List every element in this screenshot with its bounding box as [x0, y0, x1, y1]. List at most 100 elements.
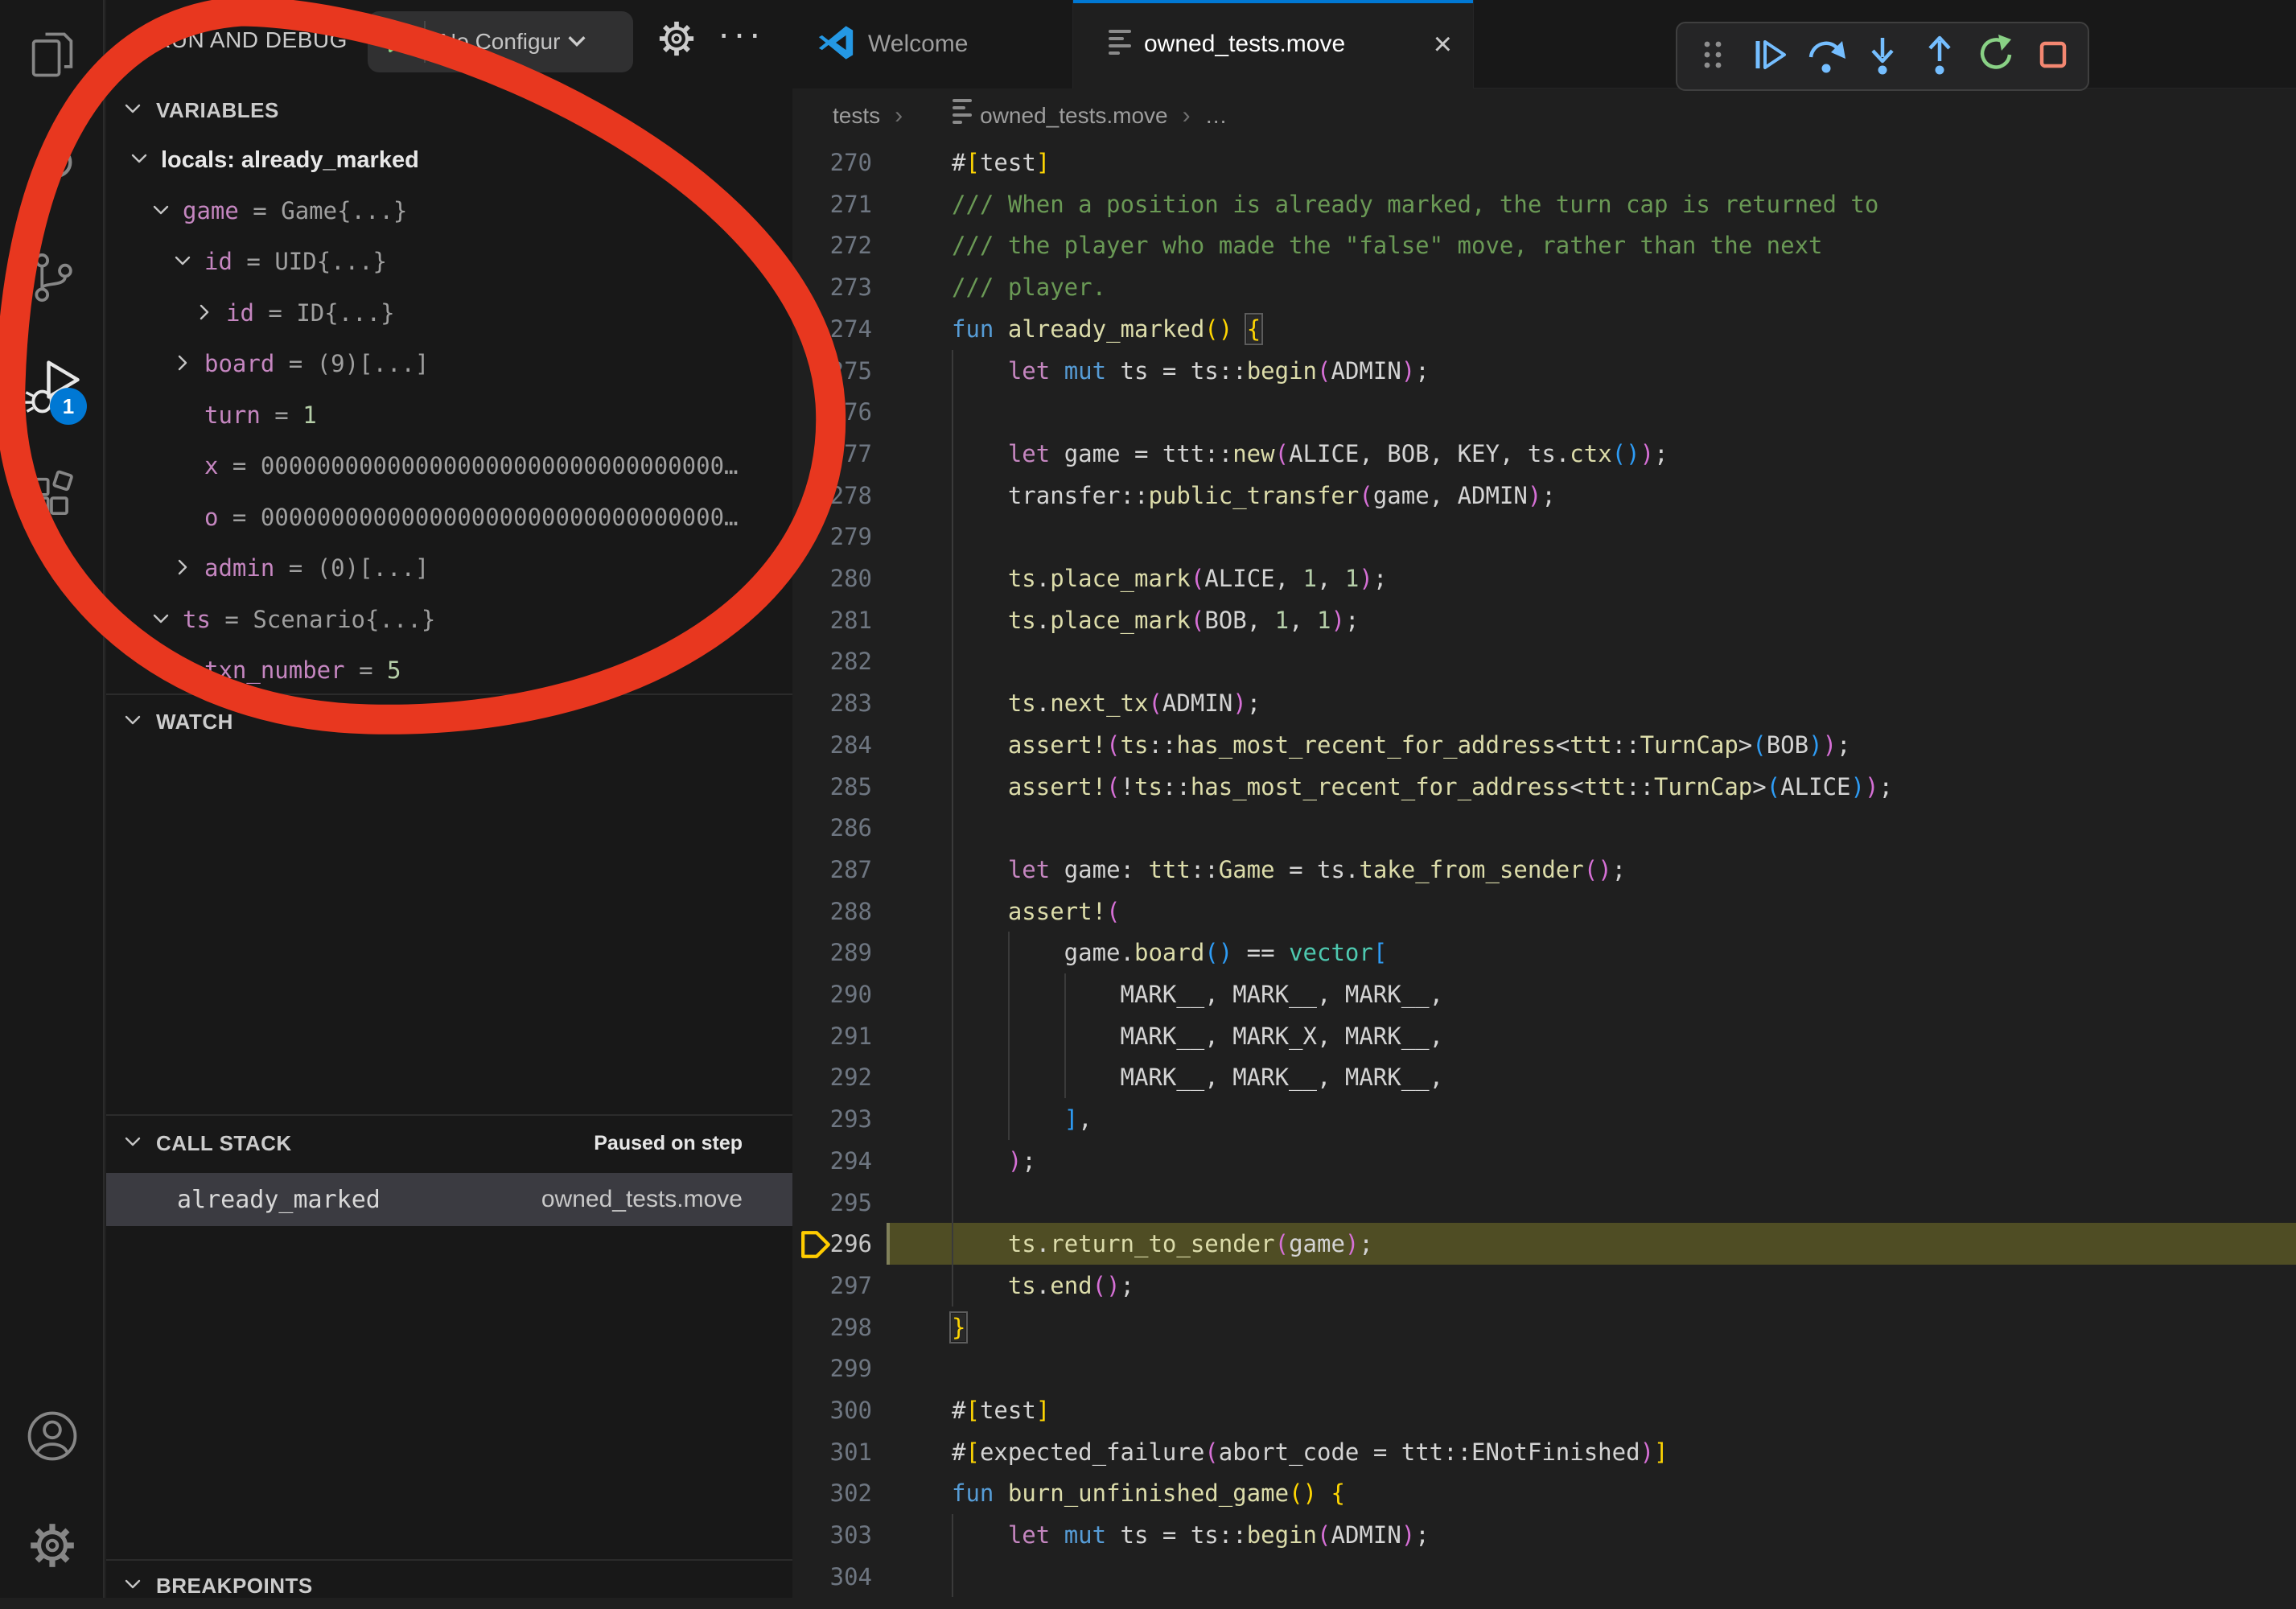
line-number[interactable]: 293	[792, 1098, 885, 1140]
line-number[interactable]: 272	[792, 224, 885, 266]
code-line-290[interactable]: 290 MARK__, MARK__, MARK__,	[792, 973, 2296, 1015]
variable-row-ts[interactable]: ts = Scenario{...}	[106, 594, 792, 645]
code-line-302[interactable]: 302fun burn_unfinished_game() {	[792, 1472, 2296, 1514]
code-line-274[interactable]: 274fun already_marked() {	[792, 308, 2296, 350]
code-line-304[interactable]: 304	[792, 1556, 2296, 1598]
breadcrumb-item-folder[interactable]: tests	[833, 103, 880, 129]
step-into-button[interactable]	[1861, 35, 1904, 78]
line-number[interactable]: 277	[792, 433, 885, 475]
chevron-down-icon[interactable]	[150, 595, 171, 645]
breakpoints-section-header[interactable]: BREAKPOINTS	[106, 1562, 792, 1609]
variables-section-header[interactable]: VARIABLES	[106, 87, 792, 134]
line-number[interactable]: 274	[792, 308, 885, 350]
code-line-281[interactable]: 281 ts.place_mark(BOB, 1, 1);	[792, 599, 2296, 641]
code-line-270[interactable]: 270#[test]	[792, 142, 2296, 183]
code-line-289[interactable]: 289 game.board() == vector[	[792, 932, 2296, 973]
code-line-283[interactable]: 283 ts.next_tx(ADMIN);	[792, 682, 2296, 724]
breadcrumb-item-file[interactable]: owned_tests.move	[980, 103, 1167, 129]
line-number[interactable]: 276	[792, 391, 885, 433]
line-number[interactable]: 270	[792, 142, 885, 183]
line-number[interactable]: 289	[792, 932, 885, 973]
step-out-button[interactable]	[1918, 35, 1961, 78]
call-stack-section-header[interactable]: CALL STACK Paused on step	[106, 1120, 792, 1167]
activity-bar-item-settings[interactable]	[0, 1503, 105, 1591]
code-line-284[interactable]: 284 assert!(ts::has_most_recent_for_addr…	[792, 724, 2296, 766]
variable-row-txn_number[interactable]: txn_number = 5	[106, 644, 792, 696]
variable-row-x[interactable]: x = 000000000000000000000000000000000000…	[106, 440, 792, 492]
code-line-297[interactable]: 297 ts.end();	[792, 1265, 2296, 1307]
activity-bar-item-account[interactable]	[0, 1393, 105, 1482]
code-line-280[interactable]: 280 ts.place_mark(ALICE, 1, 1);	[792, 558, 2296, 599]
variable-row-o[interactable]: o = 000000000000000000000000000000000000…	[106, 492, 792, 543]
line-number[interactable]: 284	[792, 724, 885, 766]
tab-owned-tests-move[interactable]: owned_tests.move×	[1073, 0, 1474, 88]
code-line-287[interactable]: 287 let game: ttt::Game = ts.take_from_s…	[792, 849, 2296, 891]
line-number[interactable]: 275	[792, 350, 885, 392]
line-number[interactable]: 280	[792, 558, 885, 599]
line-number[interactable]: 298	[792, 1307, 885, 1348]
code-line-279[interactable]: 279	[792, 516, 2296, 558]
more-actions-icon[interactable]: ···	[718, 11, 764, 55]
variable-row-scope[interactable]: locals: already_marked	[106, 134, 792, 185]
code-line-295[interactable]: 295	[792, 1182, 2296, 1224]
chevron-right-icon[interactable]	[172, 339, 193, 389]
line-number[interactable]: 271	[792, 183, 885, 225]
debug-config-dropdown[interactable]: No Configur	[368, 11, 633, 72]
line-number[interactable]: 287	[792, 849, 885, 891]
line-number[interactable]: 294	[792, 1140, 885, 1182]
code-editor[interactable]: 270#[test]271/// When a position is alre…	[792, 142, 2296, 1598]
stop-button[interactable]	[2031, 35, 2075, 78]
variable-row-game[interactable]: game = Game{...}	[106, 185, 792, 237]
variable-row-turn[interactable]: turn = 1	[106, 389, 792, 441]
line-number[interactable]: 278	[792, 475, 885, 516]
activity-bar-item-source-control[interactable]	[0, 234, 105, 323]
line-number[interactable]: 273	[792, 266, 885, 308]
code-line-292[interactable]: 292 MARK__, MARK__, MARK__,	[792, 1056, 2296, 1098]
chevron-down-icon[interactable]	[172, 237, 193, 287]
code-line-276[interactable]: 276	[792, 391, 2296, 433]
line-number[interactable]: 296	[792, 1223, 885, 1265]
start-debug-icon[interactable]	[381, 24, 413, 60]
variable-row-admin[interactable]: admin = (0)[...]	[106, 542, 792, 594]
code-line-282[interactable]: 282	[792, 640, 2296, 682]
line-number[interactable]: 291	[792, 1015, 885, 1057]
line-number[interactable]: 297	[792, 1265, 885, 1307]
activity-bar-item-extensions[interactable]	[0, 455, 105, 543]
close-icon[interactable]: ×	[1434, 28, 1452, 60]
line-number[interactable]: 302	[792, 1472, 885, 1514]
code-line-288[interactable]: 288 assert!(	[792, 891, 2296, 932]
restart-button[interactable]	[1974, 35, 2018, 78]
line-number[interactable]: 299	[792, 1348, 885, 1389]
line-number[interactable]: 303	[792, 1514, 885, 1556]
line-number[interactable]: 282	[792, 640, 885, 682]
code-line-286[interactable]: 286	[792, 807, 2296, 849]
code-line-299[interactable]: 299	[792, 1348, 2296, 1389]
code-line-275[interactable]: 275 let mut ts = ts::begin(ADMIN);	[792, 350, 2296, 392]
step-over-button[interactable]	[1804, 35, 1848, 78]
chevron-down-icon[interactable]	[129, 135, 150, 185]
line-number[interactable]: 304	[792, 1556, 885, 1598]
activity-bar-item-run-and-debug[interactable]: 1	[0, 344, 105, 433]
tab-welcome[interactable]: Welcome	[792, 0, 1073, 88]
chevron-down-icon[interactable]	[150, 187, 171, 237]
code-line-271[interactable]: 271/// When a position is already marked…	[792, 183, 2296, 225]
line-number[interactable]: 288	[792, 891, 885, 932]
line-number[interactable]: 290	[792, 973, 885, 1015]
code-line-294[interactable]: 294 );	[792, 1140, 2296, 1182]
code-line-285[interactable]: 285 assert!(!ts::has_most_recent_for_add…	[792, 766, 2296, 808]
variable-row-board[interactable]: board = (9)[...]	[106, 338, 792, 389]
breadcrumb-item-symbol[interactable]: …	[1205, 103, 1228, 129]
code-line-293[interactable]: 293 ],	[792, 1098, 2296, 1140]
code-line-277[interactable]: 277 let game = ttt::new(ALICE, BOB, KEY,…	[792, 433, 2296, 475]
activity-bar-item-explorer[interactable]	[0, 12, 105, 101]
code-line-303[interactable]: 303 let mut ts = ts::begin(ADMIN);	[792, 1514, 2296, 1556]
variable-row-id[interactable]: id = ID{...}	[106, 287, 792, 339]
line-number[interactable]: 300	[792, 1389, 885, 1431]
line-number[interactable]: 286	[792, 807, 885, 849]
line-number[interactable]: 301	[792, 1431, 885, 1473]
variable-row-id[interactable]: id = UID{...}	[106, 236, 792, 287]
line-number[interactable]: 281	[792, 599, 885, 641]
debug-settings-gear-icon[interactable]	[656, 18, 697, 64]
line-number[interactable]: 292	[792, 1056, 885, 1098]
code-line-298[interactable]: 298}	[792, 1307, 2296, 1348]
